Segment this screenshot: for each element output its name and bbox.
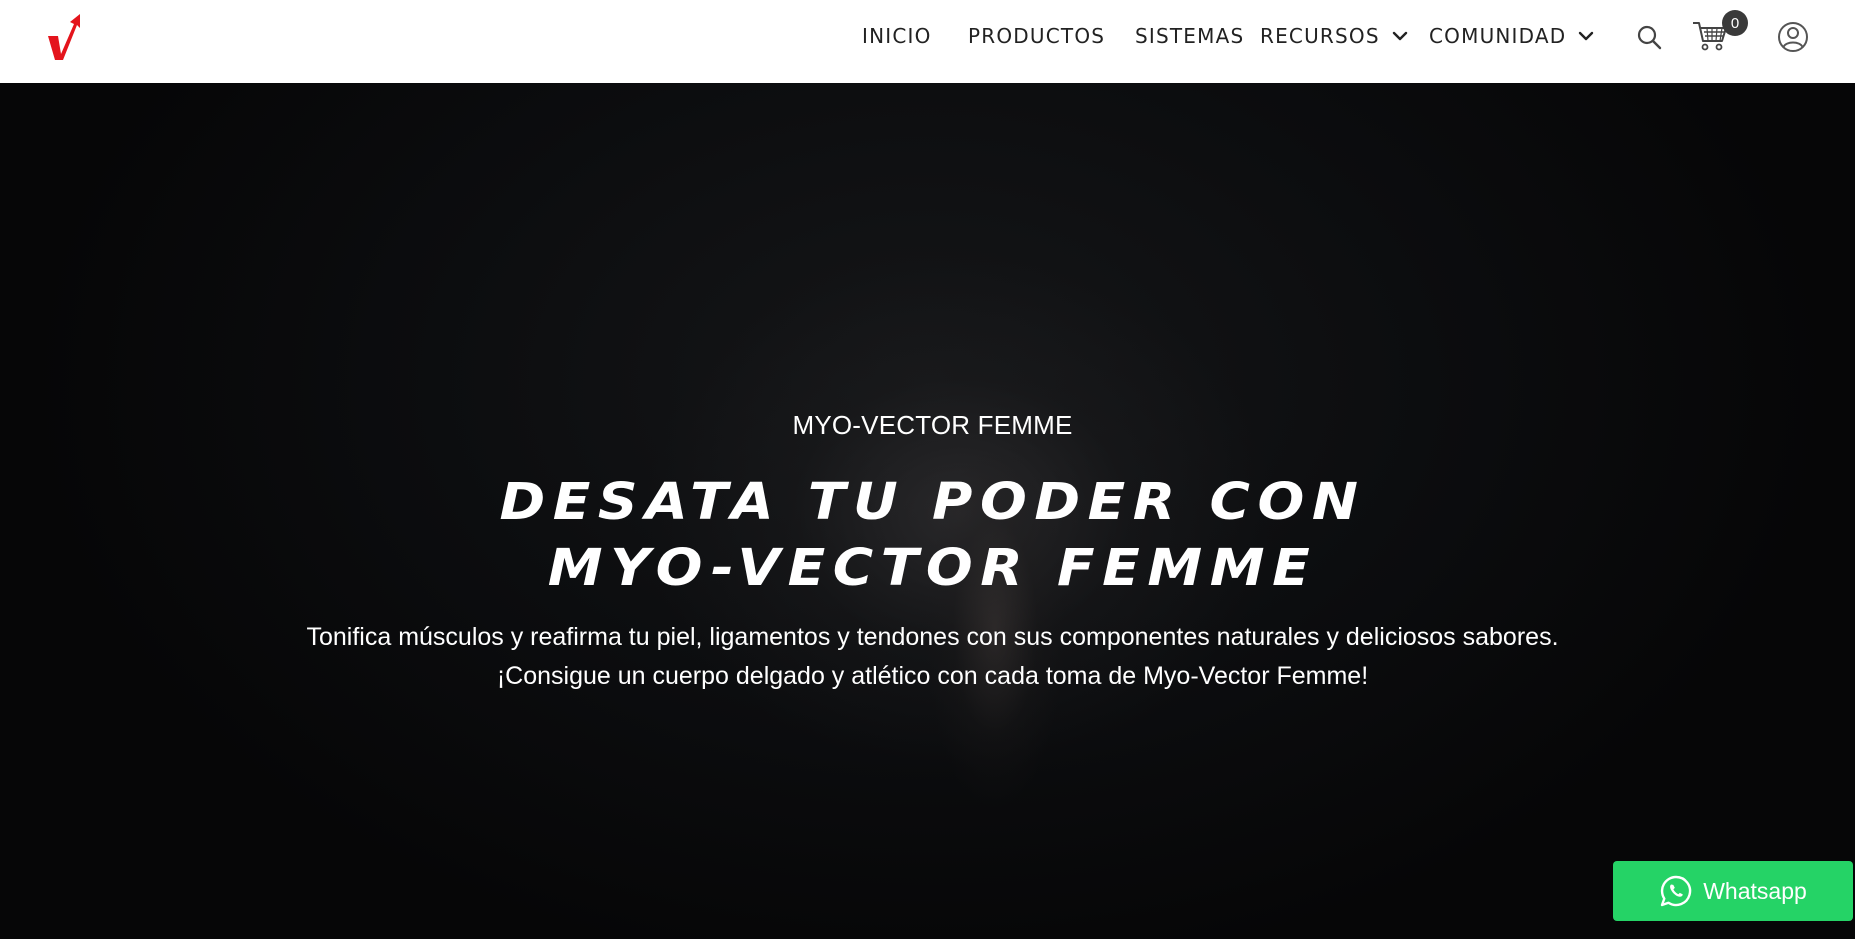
hero-description: Tonifica músculos y reafirma tu piel, li… bbox=[0, 618, 1855, 696]
whatsapp-button[interactable]: Whatsapp bbox=[1613, 861, 1853, 921]
nav-productos[interactable]: PRODUCTOS bbox=[968, 23, 1105, 49]
account-button[interactable] bbox=[1777, 21, 1809, 58]
chevron-down-icon bbox=[1579, 31, 1594, 41]
chevron-down-icon bbox=[1392, 31, 1407, 41]
nav-sistemas-label: SISTEMAS bbox=[1135, 24, 1245, 48]
nav-comunidad-label: COMUNIDAD bbox=[1429, 24, 1567, 48]
cart-count: 0 bbox=[1730, 14, 1740, 32]
nav-recursos-label: RECURSOS bbox=[1260, 24, 1380, 48]
hero-headline-line1: DESATA TU PODER CON bbox=[499, 473, 1366, 532]
search-button[interactable] bbox=[1636, 24, 1662, 55]
hero-description-line1: Tonifica músculos y reafirma tu piel, li… bbox=[306, 623, 1559, 651]
nav-sistemas[interactable]: SISTEMAS bbox=[1135, 23, 1244, 49]
hero-headline-line2: MYO-VECTOR FEMME bbox=[547, 539, 1318, 598]
hero-headline: DESATA TU PODER CON MYO-VECTOR FEMME bbox=[0, 470, 1855, 602]
logo-v-icon bbox=[48, 14, 80, 60]
hero-description-line2: ¡Consigue un cuerpo delgado y atlético c… bbox=[496, 662, 1369, 690]
nav-productos-label: PRODUCTOS bbox=[968, 24, 1106, 48]
nav-comunidad[interactable]: COMUNIDAD bbox=[1429, 23, 1596, 49]
whatsapp-icon bbox=[1661, 875, 1692, 907]
hero-eyebrow: MYO-VECTOR FEMME bbox=[792, 410, 1073, 440]
site-header: INICIO PRODUCTOS SISTEMAS RECURSOS COMUN… bbox=[0, 0, 1855, 83]
cart-count-badge: 0 bbox=[1722, 10, 1748, 36]
search-icon bbox=[1637, 25, 1662, 50]
user-icon bbox=[1778, 22, 1808, 52]
whatsapp-label: Whatsapp bbox=[1703, 877, 1807, 904]
nav-inicio[interactable]: INICIO bbox=[862, 23, 932, 49]
brand-logo[interactable] bbox=[44, 14, 84, 60]
nav-inicio-label: INICIO bbox=[862, 24, 932, 48]
nav-recursos[interactable]: RECURSOS bbox=[1260, 23, 1410, 49]
